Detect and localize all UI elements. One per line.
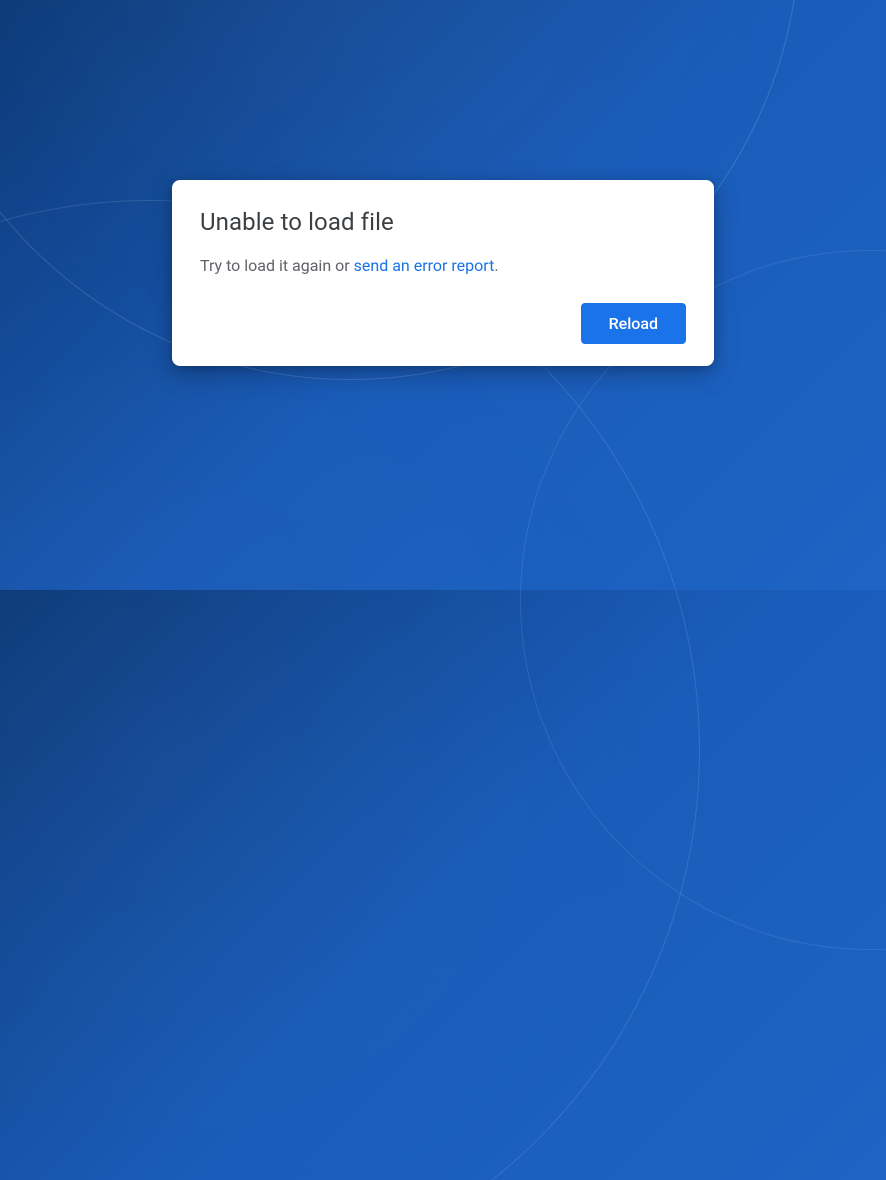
reload-button[interactable]: Reload	[581, 303, 686, 344]
message-suffix: .	[494, 256, 498, 275]
message-prefix: Try to load it again or	[200, 256, 354, 275]
dialog-actions: Reload	[200, 303, 686, 344]
error-dialog: Unable to load file Try to load it again…	[172, 180, 714, 366]
send-error-report-link[interactable]: send an error report	[354, 256, 495, 275]
dialog-title: Unable to load file	[200, 208, 686, 236]
dialog-message: Try to load it again or send an error re…	[200, 256, 686, 275]
